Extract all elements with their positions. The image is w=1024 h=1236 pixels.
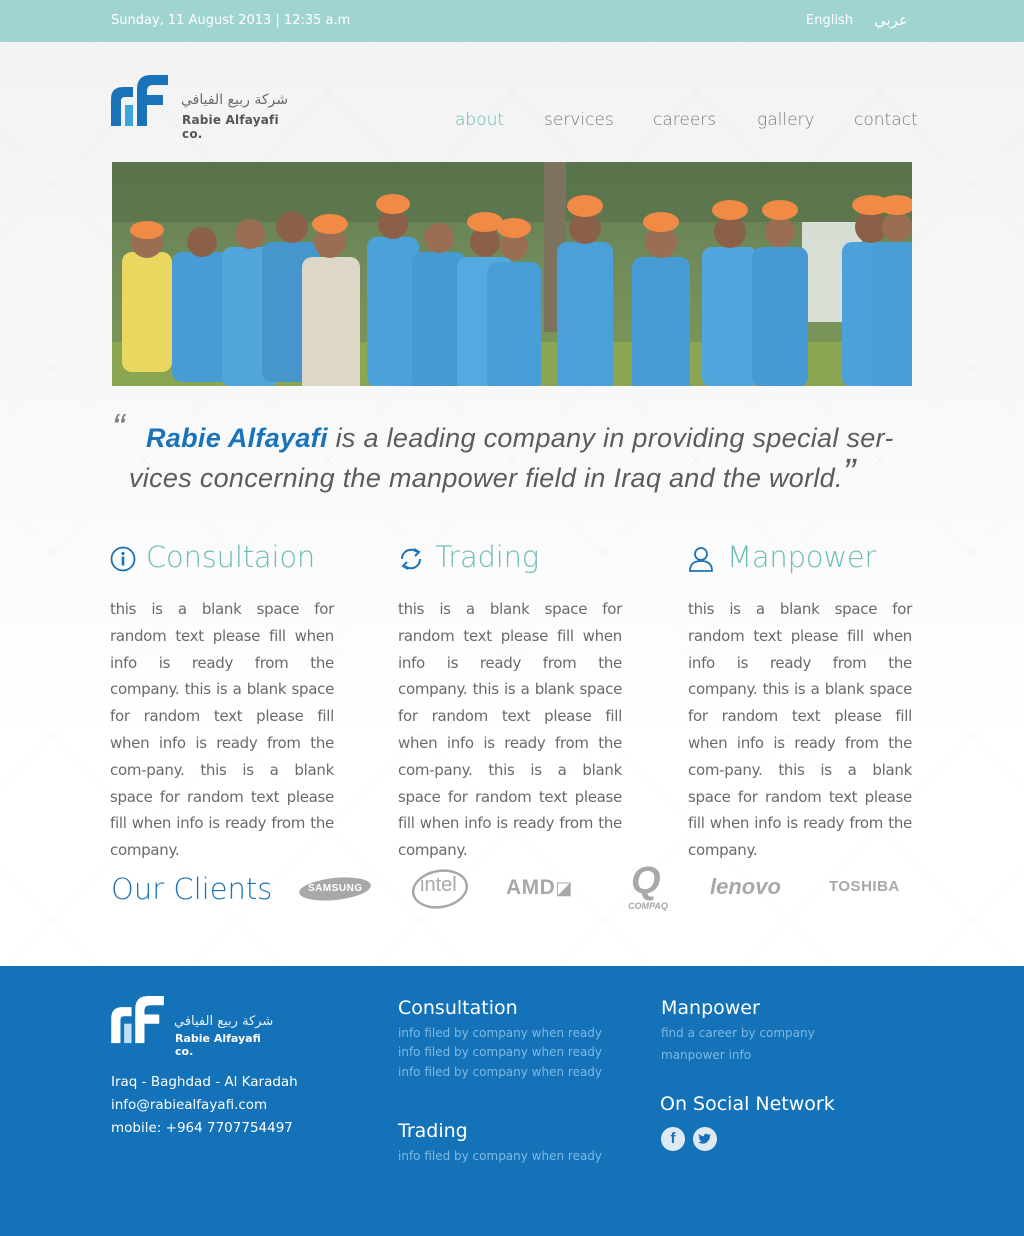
- footer-logo-mark-icon: [111, 996, 164, 1044]
- logo-arabic-text: شركة ربيع الفيافي: [181, 92, 288, 108]
- language-arabic-link[interactable]: عربي: [874, 11, 908, 29]
- workers-photo: [112, 162, 912, 386]
- client-name: lenovo: [710, 874, 781, 899]
- feature-title: Manpower: [727, 540, 877, 574]
- amd-arrow-icon: ◪: [555, 878, 573, 898]
- footer-manpower-item[interactable]: manpower info: [661, 1048, 751, 1062]
- footer-logo-arabic-text: شركة ربيع الفيافي: [174, 1014, 274, 1029]
- client-name: AMD: [506, 876, 556, 899]
- email-link[interactable]: info@rabiealfayafi.com: [111, 1097, 267, 1113]
- footer-trading-title: Trading: [398, 1120, 468, 1142]
- feature-text: this is a blank space for random text pl…: [688, 600, 912, 860]
- footer-consultation-item[interactable]: info filed by company when ready: [398, 1045, 602, 1059]
- footer-logo-english-text: Rabie Alfayafi co.: [175, 1032, 261, 1058]
- client-logo-lenovo[interactable]: lenovo: [710, 874, 781, 900]
- feature-title: Consultaion: [146, 540, 316, 574]
- feature-title: Trading: [435, 540, 539, 574]
- nav-contact[interactable]: contact: [854, 110, 918, 130]
- twitter-bird-icon: [698, 1133, 711, 1144]
- hero-image: [112, 162, 912, 386]
- footer-manpower-title: Manpower: [661, 997, 760, 1019]
- client-logo-compaq[interactable]: Q COMPAQ: [627, 860, 677, 912]
- client-name: TOSHIBA: [829, 878, 900, 895]
- footer-consultation-title: Consultation: [398, 997, 518, 1019]
- footer: شركة ربيع الفيافي Rabie Alfayafi co. Ira…: [0, 966, 1024, 1236]
- client-name: SAMSUNG: [308, 883, 363, 894]
- refresh-icon: [400, 548, 422, 570]
- quote-brand: Rabie Alfayafi: [146, 423, 328, 453]
- language-english-link[interactable]: English: [806, 13, 853, 28]
- quote-line-2-text: vices concerning the manpower field in I…: [129, 463, 843, 493]
- footer-social-title: On Social Network: [660, 1093, 835, 1115]
- mobile-number: mobile: +964 7707754497: [111, 1120, 293, 1136]
- date-time: Sunday, 11 August 2013 | 12:35 a.m: [111, 13, 351, 28]
- footer-trading-item[interactable]: info filed by company when ready: [398, 1149, 602, 1163]
- facebook-icon[interactable]: f: [661, 1127, 685, 1151]
- user-icon: [689, 547, 713, 572]
- clients-title: Our Clients: [111, 872, 273, 906]
- feature-text: this is a blank space for random text pl…: [398, 600, 622, 860]
- client-name: COMPAQ: [628, 901, 668, 911]
- footer-logo[interactable]: شركة ربيع الفيافي Rabie Alfayafi co.: [111, 996, 281, 1058]
- client-logo-amd[interactable]: AMD◪: [506, 876, 573, 900]
- address: Iraq - Baghdad - Al Karadah: [111, 1074, 298, 1090]
- open-quote-mark: “: [112, 407, 125, 449]
- client-logo-intel[interactable]: intel: [410, 868, 470, 910]
- quote-line-1-text: is a leading company in providing specia…: [327, 423, 894, 453]
- nav-about[interactable]: about: [455, 110, 504, 130]
- info-icon: [110, 546, 136, 572]
- quote-line-1: Rabie Alfayafi is a leading company in p…: [146, 418, 894, 458]
- nav-careers[interactable]: careers: [653, 110, 716, 130]
- client-logo-toshiba[interactable]: TOSHIBA: [829, 878, 900, 895]
- footer-consultation-item[interactable]: info filed by company when ready: [398, 1026, 602, 1040]
- nav-gallery[interactable]: gallery: [757, 110, 815, 130]
- compaq-q-icon: Q: [631, 860, 661, 902]
- twitter-icon[interactable]: [693, 1127, 717, 1151]
- client-name: intel: [420, 874, 457, 896]
- feature-text: this is a blank space for random text pl…: [110, 600, 334, 860]
- top-bar: Sunday, 11 August 2013 | 12:35 a.m Engli…: [0, 0, 1024, 42]
- quote-line-2: vices concerning the manpower field in I…: [129, 454, 856, 498]
- footer-consultation-item[interactable]: info filed by company when ready: [398, 1065, 602, 1079]
- main-nav: about services careers gallery contact: [0, 110, 1024, 134]
- nav-services[interactable]: services: [544, 110, 614, 130]
- footer-manpower-item[interactable]: find a career by company: [661, 1026, 815, 1040]
- close-quote-mark: ”: [842, 452, 856, 494]
- client-logo-samsung[interactable]: SAMSUNG: [298, 876, 372, 902]
